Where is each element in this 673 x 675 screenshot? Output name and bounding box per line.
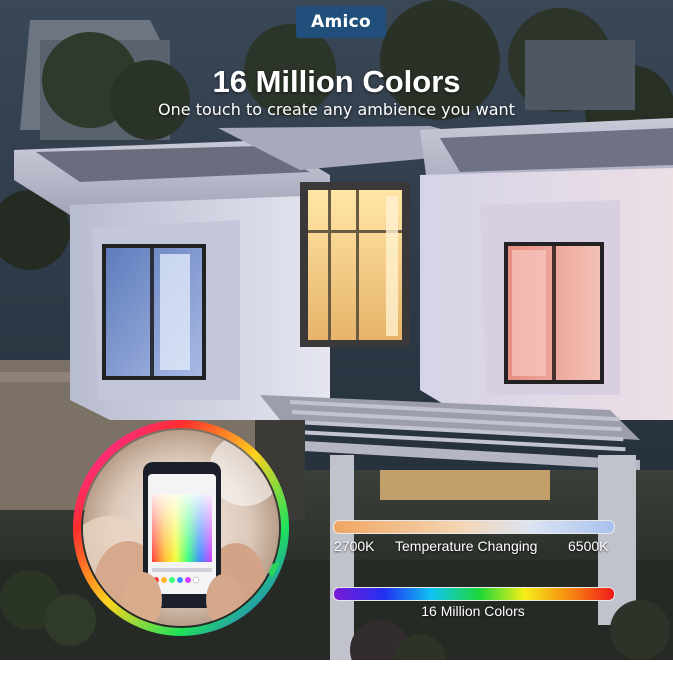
- brand-logo-text: Amico: [311, 12, 371, 32]
- promo-image: Amico 16 Million Colors One touch to cre…: [0, 0, 673, 675]
- temperature-low-label: 2700K: [334, 538, 375, 554]
- headline: 16 Million Colors: [212, 64, 461, 99]
- subheadline: One touch to create any ambience you wan…: [158, 100, 515, 119]
- brand-logo: Amico: [296, 6, 386, 38]
- temperature-gradient-bar: [333, 520, 615, 534]
- color-scale-caption: 16 Million Colors: [421, 603, 525, 619]
- temperature-high-label: 6500K: [568, 538, 609, 554]
- temperature-caption: Temperature Changing: [395, 538, 538, 554]
- rgb-spectrum-bar: [333, 587, 615, 601]
